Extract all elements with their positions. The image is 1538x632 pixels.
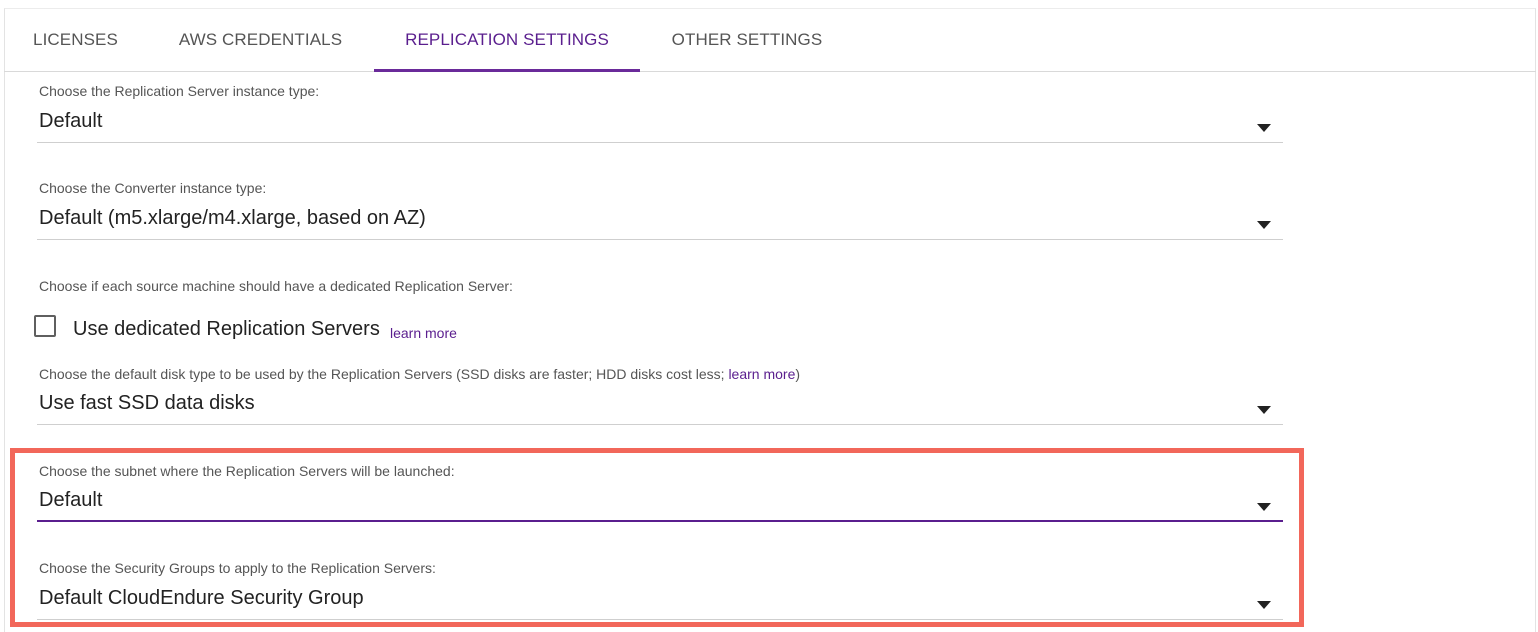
dedicated-servers-checkbox[interactable]	[34, 315, 56, 337]
replication-instance-value: Default	[39, 110, 103, 132]
converter-instance-select[interactable]: Default (m5.xlarge/m4.xlarge, based on A…	[37, 207, 1283, 240]
subnet-value: Default	[39, 489, 103, 511]
security-groups-value: Default CloudEndure Security Group	[39, 587, 364, 609]
converter-instance-label: Choose the Converter instance type:	[39, 180, 267, 196]
tab-licenses[interactable]: LICENSES	[4, 9, 147, 71]
chevron-down-icon	[1257, 221, 1271, 229]
dedicated-servers-label: Choose if each source machine should hav…	[39, 278, 513, 294]
subnet-select[interactable]: Default	[37, 489, 1283, 522]
tab-replication-settings[interactable]: REPLICATION SETTINGS	[374, 9, 640, 72]
replication-instance-label: Choose the Replication Server instance t…	[39, 83, 320, 99]
disk-type-label-suffix: )	[795, 366, 801, 382]
disk-type-value: Use fast SSD data disks	[39, 392, 255, 414]
security-groups-select[interactable]: Default CloudEndure Security Group	[37, 587, 1283, 620]
disk-type-learn-more-link[interactable]: learn more	[728, 366, 795, 382]
chevron-down-icon	[1257, 124, 1271, 132]
chevron-down-icon	[1257, 503, 1271, 511]
disk-type-label: Choose the default disk type to be used …	[39, 366, 800, 382]
tab-aws-credentials[interactable]: AWS CREDENTIALS	[147, 9, 374, 71]
chevron-down-icon	[1257, 601, 1271, 609]
disk-type-select[interactable]: Use fast SSD data disks	[37, 392, 1283, 425]
subnet-label: Choose the subnet where the Replication …	[39, 463, 455, 479]
replication-instance-select[interactable]: Default	[37, 110, 1283, 143]
converter-instance-value: Default (m5.xlarge/m4.xlarge, based on A…	[39, 207, 426, 229]
settings-tab-bar: LICENSES AWS CREDENTIALS REPLICATION SET…	[4, 9, 1536, 72]
dedicated-servers-checkbox-label[interactable]: Use dedicated Replication Servers	[73, 318, 380, 341]
tab-other-settings[interactable]: OTHER SETTINGS	[640, 9, 854, 71]
security-groups-label: Choose the Security Groups to apply to t…	[39, 560, 436, 576]
dedicated-servers-learn-more-link[interactable]: learn more	[390, 325, 457, 341]
disk-type-label-prefix: Choose the default disk type to be used …	[39, 366, 729, 382]
chevron-down-icon	[1257, 406, 1271, 414]
